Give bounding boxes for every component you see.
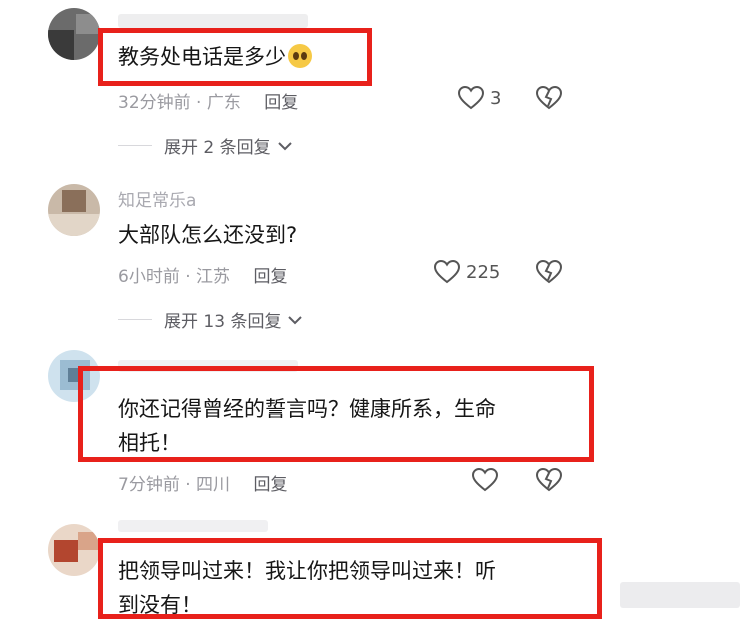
broken-heart-icon — [535, 259, 563, 284]
reply-button[interactable]: 回复 — [253, 475, 287, 495]
avatar[interactable] — [48, 524, 100, 576]
comment-text: 大部队怎么还没到? — [118, 223, 298, 247]
reply-button[interactable]: 回复 — [264, 93, 298, 113]
comment-time: 6小时前 — [118, 267, 180, 287]
reply-button[interactable]: 回复 — [253, 267, 287, 287]
dislike-button[interactable] — [535, 259, 563, 288]
highlight-box — [98, 538, 602, 619]
like-button[interactable]: 3 — [458, 86, 501, 110]
heart-icon — [434, 260, 460, 284]
expand-replies-button[interactable]: 展开 2 条回复 — [118, 133, 293, 158]
expand-divider — [118, 145, 152, 146]
meta-separator: · — [185, 267, 191, 287]
broken-heart-icon — [535, 85, 563, 110]
comment-location: 江苏 — [196, 267, 231, 287]
expand-replies-button[interactable]: 展开 13 条回复 — [118, 307, 303, 332]
chevron-down-icon — [277, 141, 292, 150]
expand-label: 展开 2 条回复 — [164, 138, 271, 158]
dislike-button[interactable] — [535, 85, 563, 114]
comment-location: 四川 — [196, 475, 231, 495]
heart-icon — [458, 86, 484, 110]
comment-meta: 7分钟前 · 四川 回复 — [118, 470, 287, 495]
like-count: 225 — [466, 261, 501, 283]
broken-heart-icon — [535, 467, 563, 492]
comment-time: 7分钟前 — [118, 475, 180, 495]
heart-icon — [472, 468, 498, 492]
blurred-username — [118, 520, 268, 532]
like-count: 3 — [490, 87, 502, 109]
expand-label: 展开 13 条回复 — [164, 312, 282, 332]
like-button[interactable]: 225 — [434, 260, 500, 284]
meta-separator: · — [185, 475, 191, 495]
comment-time: 32分钟前 — [118, 93, 191, 113]
like-button[interactable] — [472, 468, 498, 492]
comment-meta: 6小时前 · 江苏 回复 — [118, 262, 287, 287]
highlight-box — [98, 28, 372, 86]
avatar[interactable] — [48, 8, 100, 60]
comment-meta: 32分钟前 · 广东 回复 — [118, 88, 298, 113]
meta-separator: · — [196, 93, 202, 113]
highlight-box — [78, 366, 594, 462]
username[interactable]: 知足常乐a — [118, 186, 196, 211]
blurred-username — [118, 14, 308, 28]
avatar[interactable] — [48, 184, 100, 236]
dislike-button[interactable] — [535, 467, 563, 496]
chevron-down-icon — [288, 315, 303, 324]
blurred-watermark — [620, 582, 740, 608]
comment-location: 广东 — [206, 93, 241, 113]
expand-divider — [118, 319, 152, 320]
